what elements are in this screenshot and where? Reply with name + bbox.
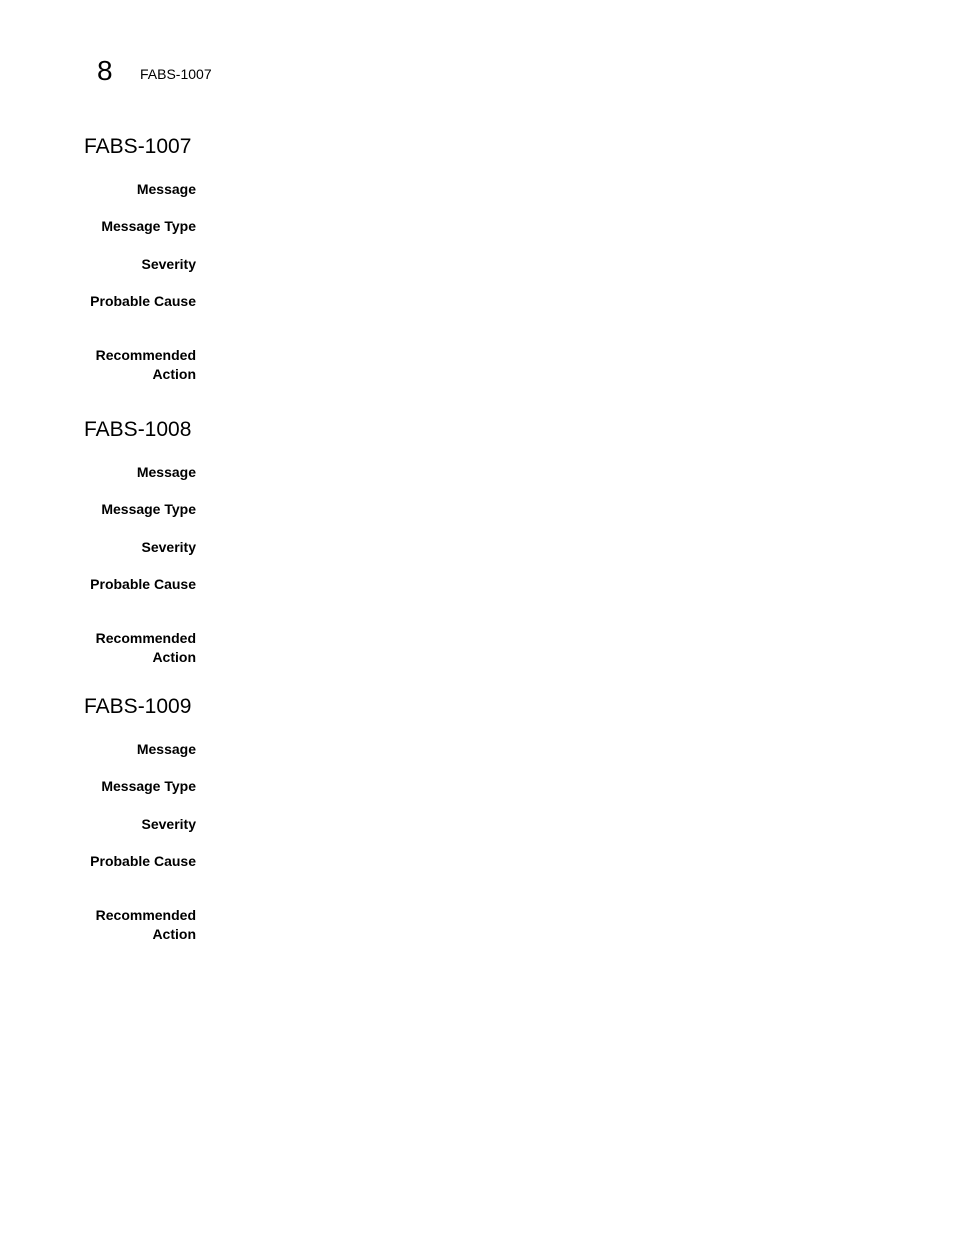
field-label-line: Recommended [95, 630, 196, 646]
section-title: FABS-1009 [84, 695, 192, 718]
field-value [216, 538, 896, 557]
field-value [216, 906, 896, 925]
field-value [216, 255, 896, 274]
field-value [216, 777, 896, 796]
running-title: FABS-1007 [140, 66, 212, 82]
field-label: Recommended Action [84, 346, 196, 384]
field-value [216, 180, 896, 199]
field-value [216, 292, 896, 311]
field-value [216, 346, 896, 365]
field-value [216, 463, 896, 482]
field-label: Message [136, 181, 196, 197]
field-value [216, 575, 896, 594]
field-label: Probable Cause [90, 576, 196, 592]
field-value [216, 815, 896, 834]
field-value [216, 852, 896, 871]
field-label-line: Recommended [95, 347, 196, 363]
field-label: Message Type [101, 778, 196, 794]
field-value [216, 740, 896, 759]
section-title: FABS-1007 [84, 135, 192, 158]
field-value [216, 629, 896, 648]
field-label: Recommended Action [84, 629, 196, 667]
field-label-line: Action [152, 926, 196, 942]
field-label: Message [136, 741, 196, 757]
field-label: Message Type [101, 218, 196, 234]
field-label: Severity [141, 539, 196, 555]
field-value [216, 500, 896, 519]
section-title: FABS-1008 [84, 418, 192, 441]
field-label: Probable Cause [90, 853, 196, 869]
field-label: Recommended Action [84, 906, 196, 944]
field-label-line: Recommended [95, 907, 196, 923]
field-value [216, 217, 896, 236]
field-label-line: Action [152, 366, 196, 382]
field-label: Message [136, 464, 196, 480]
field-label: Severity [141, 256, 196, 272]
field-label: Severity [141, 816, 196, 832]
field-label: Message Type [101, 501, 196, 517]
field-label-line: Action [152, 649, 196, 665]
field-label: Probable Cause [90, 293, 196, 309]
chapter-number: 8 [97, 55, 113, 86]
